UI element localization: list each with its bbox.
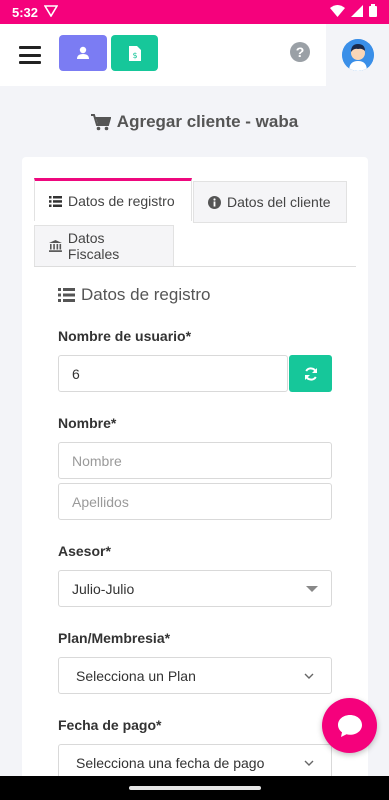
cart-icon — [90, 113, 111, 130]
page-title: Agregar cliente - waba — [0, 112, 389, 132]
tab-datos-fiscales[interactable]: Datos Fiscales — [34, 225, 174, 267]
battery-icon — [369, 4, 377, 20]
user-icon — [77, 46, 89, 59]
info-icon — [208, 195, 221, 209]
advisor-select[interactable]: Julio-Julio — [58, 570, 332, 607]
status-bar: 5:32 — [0, 0, 389, 24]
invoice-button[interactable]: $ — [111, 35, 158, 71]
tab-divider — [34, 266, 356, 267]
bank-icon — [49, 240, 62, 252]
tab-datos-registro[interactable]: Datos de registro — [34, 178, 192, 221]
tab-label: Datos del cliente — [227, 194, 331, 210]
section-title-text: Datos de registro — [81, 285, 211, 304]
chat-button[interactable] — [322, 698, 377, 753]
tab-datos-cliente[interactable]: Datos del cliente — [193, 181, 347, 223]
plan-select[interactable]: Selecciona un Plan — [58, 657, 332, 694]
list-icon — [49, 195, 62, 207]
user-button[interactable] — [59, 35, 107, 71]
tab-label: Datos Fiscales — [67, 230, 120, 262]
username-field[interactable]: 6 — [58, 355, 288, 392]
status-time: 5:32 — [12, 4, 39, 20]
chevron-down-icon — [304, 760, 314, 766]
invoice-icon: $ — [128, 45, 141, 61]
plan-label: Plan/Membresia* — [58, 630, 171, 646]
avatar[interactable] — [341, 39, 374, 71]
payment-date-value: Selecciona una fecha de pago — [76, 754, 265, 771]
advisor-value: Julio-Julio — [72, 580, 135, 597]
chevron-down-icon — [304, 673, 314, 679]
username-label: Nombre de usuario* — [58, 328, 192, 344]
help-icon[interactable]: ? — [290, 42, 310, 62]
top-app-bar: $ ? — [0, 24, 389, 86]
name-label: Nombre* — [58, 415, 117, 431]
page-title-text: Agregar cliente - waba — [116, 112, 299, 131]
first-name-field[interactable]: Nombre — [58, 442, 332, 479]
wifi-icon — [330, 4, 345, 20]
svg-text:$: $ — [132, 51, 137, 60]
payment-date-label: Fecha de pago* — [58, 717, 162, 733]
menu-icon[interactable] — [19, 46, 41, 64]
caret-down-icon — [306, 585, 318, 592]
home-gesture-handle[interactable] — [128, 786, 261, 790]
section-title: Datos de registro — [58, 285, 210, 305]
app-notification-icon — [43, 4, 59, 20]
refresh-username-button[interactable] — [289, 355, 332, 392]
plan-value: Selecciona un Plan — [76, 667, 196, 684]
list-icon — [58, 288, 75, 302]
refresh-icon — [304, 366, 317, 381]
advisor-label: Asesor* — [58, 543, 111, 559]
system-nav-bar — [0, 776, 389, 800]
cellular-icon — [351, 4, 363, 20]
profile-area[interactable] — [326, 24, 389, 86]
tab-label: Datos de registro — [68, 193, 175, 209]
last-name-field[interactable]: Apellidos — [58, 483, 332, 520]
chat-bubble-icon — [337, 714, 362, 737]
